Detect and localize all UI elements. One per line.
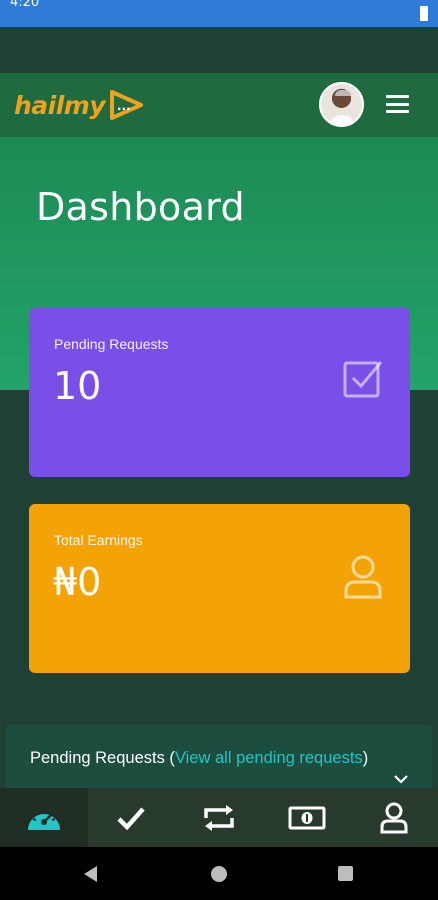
panel-title-prefix: Pending Requests ( xyxy=(30,749,175,767)
pending-requests-label: Pending Requests xyxy=(54,336,169,352)
nav-dashboard[interactable] xyxy=(0,788,88,847)
top-strip xyxy=(0,27,438,73)
app-header: hailmy ... xyxy=(0,73,438,137)
pending-requests-panel: Pending Requests (View all pending reque… xyxy=(6,725,432,795)
logo-text: hailmy xyxy=(14,90,106,120)
total-earnings-label: Total Earnings xyxy=(54,532,143,548)
checkbox-icon xyxy=(343,361,383,398)
avatar-hat xyxy=(335,90,351,96)
nav-requests[interactable] xyxy=(88,788,176,847)
bottom-nav xyxy=(0,788,438,847)
speedometer-icon xyxy=(27,810,60,830)
status-time: 4:20 xyxy=(10,0,40,10)
avatar[interactable] xyxy=(319,82,364,127)
system-nav-bar xyxy=(0,847,438,900)
chevron-down-icon[interactable] xyxy=(394,775,408,784)
nav-profile[interactable] xyxy=(350,788,438,847)
battery-icon xyxy=(420,6,428,21)
total-earnings-amount: ₦0 xyxy=(53,560,102,604)
view-all-pending-requests-link[interactable]: View all pending requests xyxy=(175,749,363,767)
pending-requests-panel-title: Pending Requests (View all pending reque… xyxy=(30,745,370,771)
avatar-shirt xyxy=(329,115,355,125)
user-icon xyxy=(344,555,382,599)
logo-mark-text: ... xyxy=(117,99,131,113)
profile-icon xyxy=(380,802,408,833)
panel-title-suffix: ) xyxy=(362,749,369,767)
hamburger-menu-icon[interactable] xyxy=(386,95,409,113)
nav-earnings[interactable] xyxy=(263,788,351,847)
home-icon[interactable] xyxy=(211,866,227,882)
logo[interactable]: hailmy ... xyxy=(14,81,145,129)
back-icon[interactable] xyxy=(84,866,97,882)
total-earnings-card[interactable]: Total Earnings ₦0 xyxy=(29,504,410,673)
repeat-icon xyxy=(204,804,234,831)
page-title: Dashboard xyxy=(36,185,245,229)
checkmark-icon xyxy=(117,807,146,830)
pending-requests-count: 10 xyxy=(53,364,102,408)
status-bar: 4:20 xyxy=(0,0,438,27)
recent-apps-icon[interactable] xyxy=(338,866,353,881)
cash-icon xyxy=(288,806,326,829)
nav-transactions[interactable] xyxy=(175,788,263,847)
pending-requests-card[interactable]: Pending Requests 10 xyxy=(29,308,410,477)
logo-play-icon: ... xyxy=(110,90,144,120)
